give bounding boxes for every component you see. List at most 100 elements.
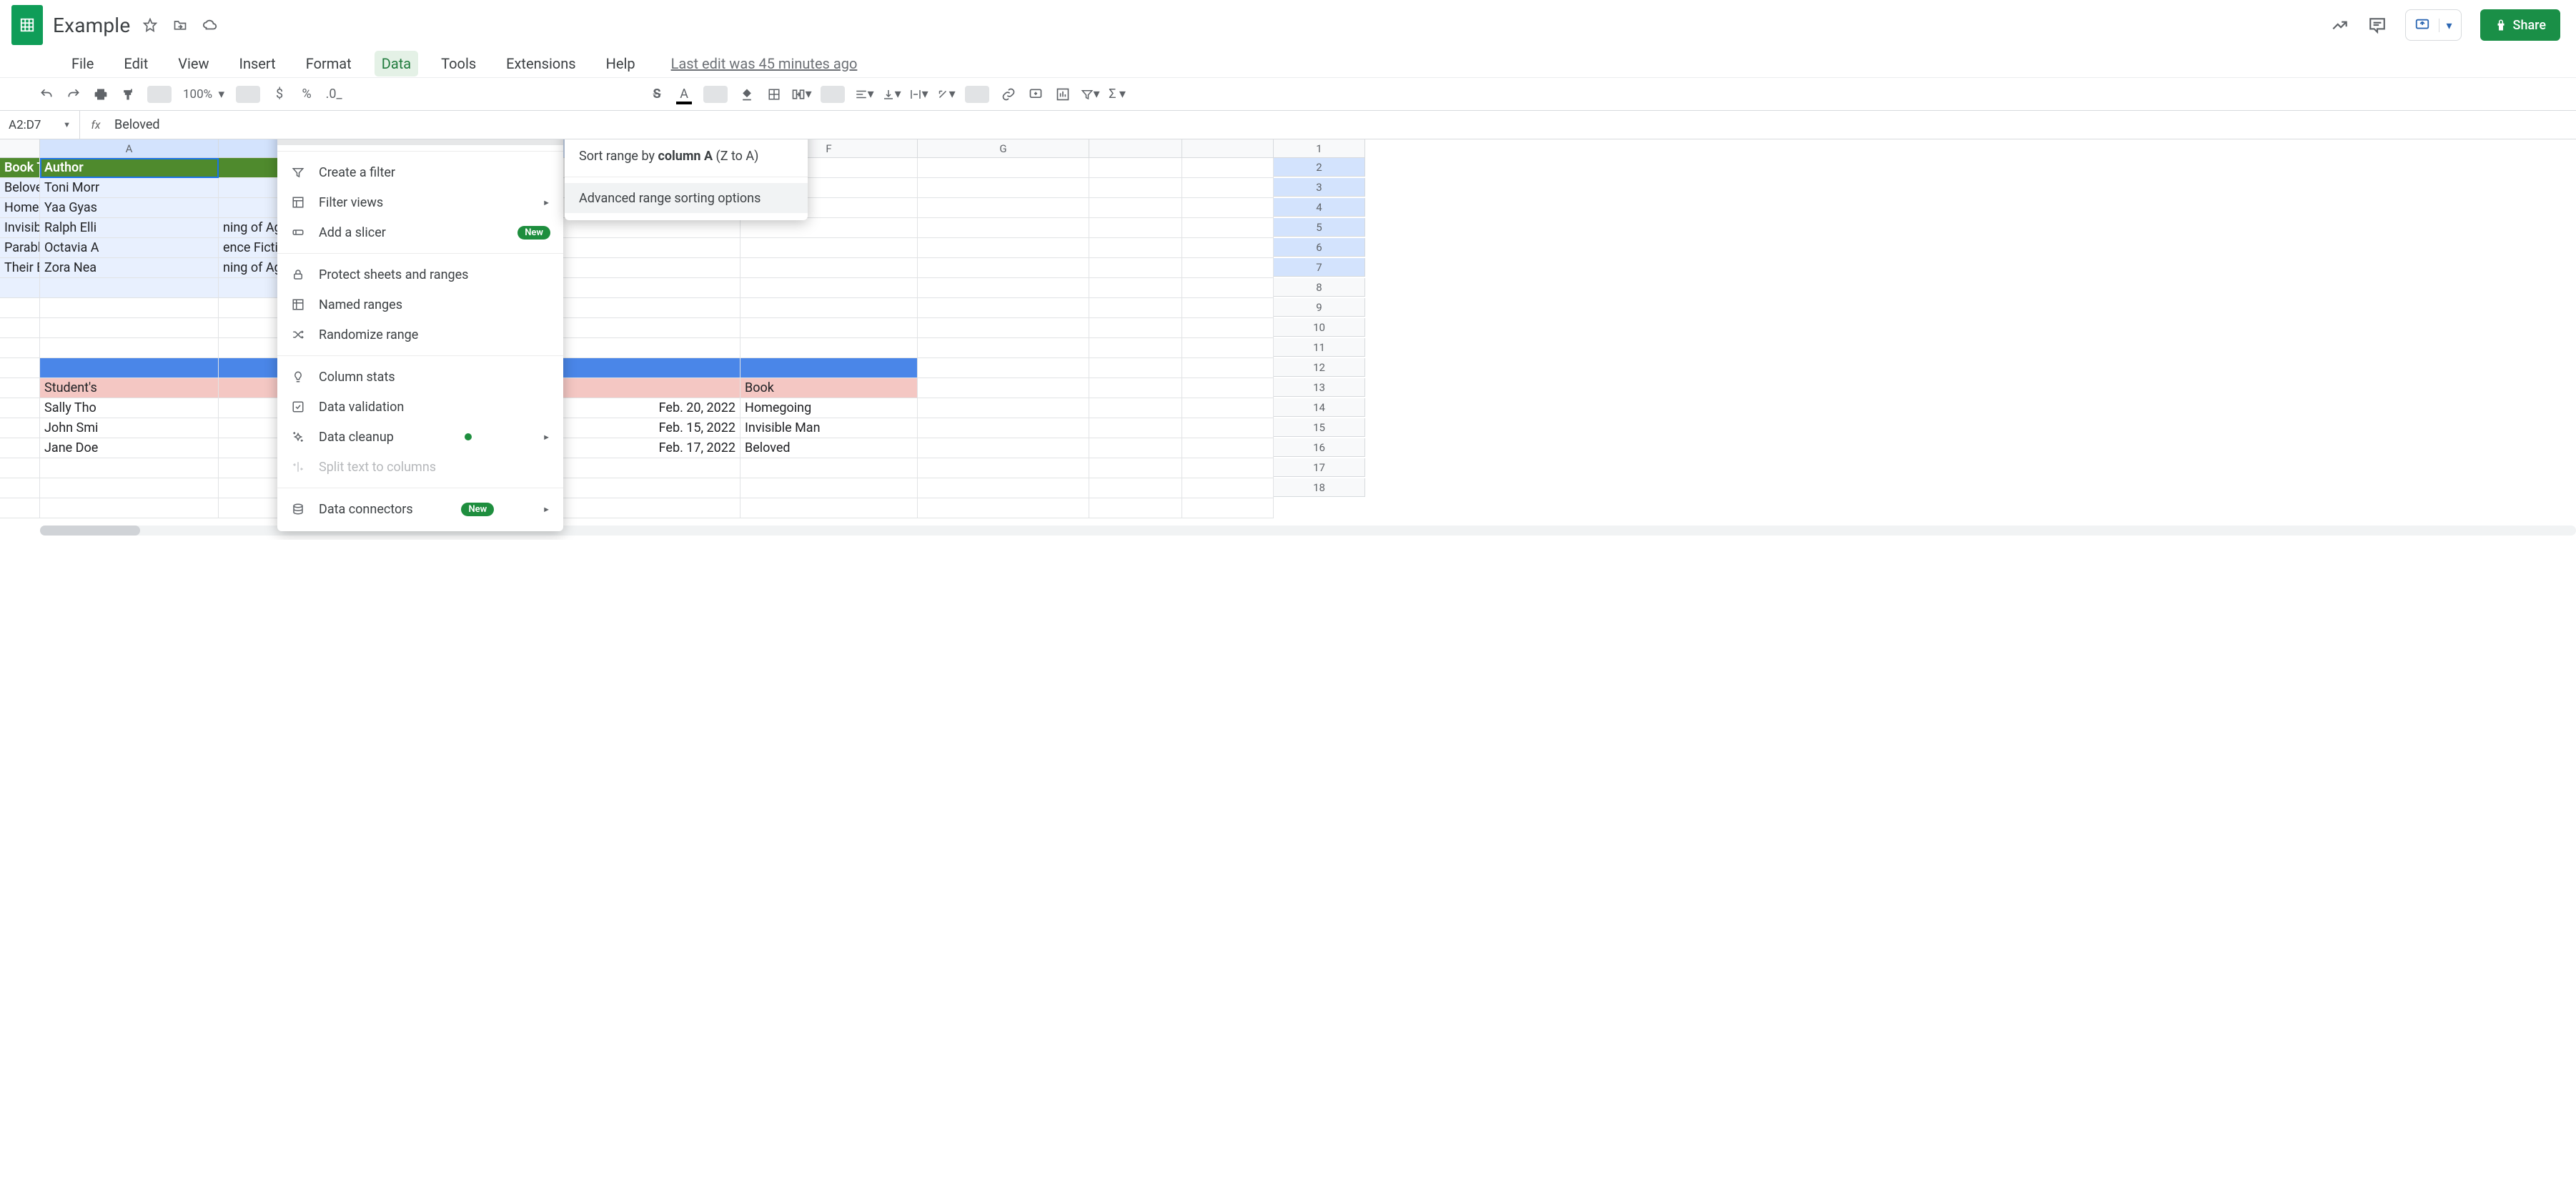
row-header[interactable]: 5: [1274, 218, 1365, 237]
cell[interactable]: Ralph Elli: [40, 218, 219, 238]
row-header[interactable]: 7: [1274, 258, 1365, 277]
insert-link-icon[interactable]: [996, 83, 1021, 106]
menu-named-ranges[interactable]: Named ranges: [277, 290, 563, 320]
menu-tools[interactable]: Tools: [434, 51, 483, 77]
lock-icon: [290, 268, 306, 281]
toolbar: 100% ▾ $ % .0_ S A ▾ ▾ ▾ ▾ ▾ ▾ Σ ▾: [0, 78, 2576, 111]
sheets-logo[interactable]: [11, 5, 43, 45]
row-header[interactable]: 2: [1274, 158, 1365, 177]
menu-split-text[interactable]: Split text to columns: [277, 452, 563, 482]
separator: [821, 86, 845, 103]
functions-icon[interactable]: Σ ▾: [1105, 83, 1129, 106]
menu-view[interactable]: View: [171, 51, 216, 77]
menu-add-slicer[interactable]: Add a slicerNew: [277, 217, 563, 247]
document-title[interactable]: Example: [53, 14, 130, 37]
fx-icon: fx: [80, 118, 112, 132]
text-rotation-icon[interactable]: ▾: [933, 83, 958, 106]
sort-range-submenu: Sort range by column A (A to Z) Sort ran…: [565, 139, 808, 220]
cell[interactable]: Home Going: [0, 198, 40, 218]
trend-icon[interactable]: [2331, 16, 2349, 34]
share-button[interactable]: Share: [2480, 9, 2560, 41]
app-chrome: Example ▾ Share File Edit V: [0, 0, 2576, 78]
menu-filter-views[interactable]: Filter views: [277, 187, 563, 217]
move-icon[interactable]: [172, 16, 189, 34]
row-header[interactable]: 3: [1274, 178, 1365, 197]
row-header[interactable]: 6: [1274, 238, 1365, 257]
insert-chart-icon[interactable]: [1051, 83, 1075, 106]
menu-create-filter[interactable]: Create a filter: [277, 157, 563, 187]
cell-reference[interactable]: A2:D7▼: [0, 111, 80, 139]
strikethrough-icon[interactable]: S: [645, 83, 669, 106]
menu-edit[interactable]: Edit: [117, 51, 155, 77]
cell[interactable]: Book: [740, 378, 918, 398]
row-header[interactable]: 4: [1274, 198, 1365, 217]
menu-data-connectors[interactable]: Data connectorsNew: [277, 494, 563, 524]
merge-cells-icon[interactable]: ▾: [789, 83, 813, 106]
cell[interactable]: Yaa Gyas: [40, 198, 219, 218]
menu-randomize[interactable]: Randomize range: [277, 320, 563, 350]
format-percent[interactable]: %: [294, 83, 319, 106]
menu-insert[interactable]: Insert: [232, 51, 283, 77]
zoom-dropdown[interactable]: 100% ▾: [179, 83, 229, 106]
last-edit-link[interactable]: Last edit was 45 minutes ago: [671, 55, 858, 72]
filter-views-icon: [290, 196, 306, 209]
menu-data-validation[interactable]: Data validation: [277, 392, 563, 422]
col-header-g[interactable]: G: [918, 139, 1089, 158]
filter-icon[interactable]: ▾: [1078, 83, 1102, 106]
cell[interactable]: Book Titles: [0, 158, 40, 178]
paint-format-icon[interactable]: [116, 83, 140, 106]
menu-sort-za[interactable]: Sort range by column A (Z to A): [565, 141, 808, 171]
comments-icon[interactable]: [2368, 16, 2387, 34]
spreadsheet[interactable]: A B C D E F G 1 Book Titles Author 2 Bel…: [0, 139, 2576, 540]
cell[interactable]: Toni Morr: [40, 178, 219, 198]
print-icon[interactable]: [89, 83, 113, 106]
decrease-decimal-icon[interactable]: .0_: [322, 83, 346, 106]
cell[interactable]: Their Eyes Were Watching God: [0, 258, 40, 278]
cell[interactable]: Parable of the Sower: [0, 238, 40, 258]
separator: [703, 86, 728, 103]
cell[interactable]: Author: [40, 158, 219, 178]
cell[interactable]: [1182, 158, 1274, 178]
slicer-icon: [290, 226, 306, 239]
menu-column-stats[interactable]: Column stats: [277, 362, 563, 392]
undo-icon[interactable]: [34, 83, 59, 106]
check-box-icon: [290, 400, 306, 413]
cell[interactable]: [918, 158, 1089, 178]
caret-down-icon[interactable]: ▾: [2439, 19, 2452, 32]
cell[interactable]: [1089, 158, 1182, 178]
insert-comment-icon[interactable]: [1024, 83, 1048, 106]
cell[interactable]: Octavia A: [40, 238, 219, 258]
data-menu: Sort sheet Sort range Create a filter Fi…: [277, 139, 563, 531]
select-all-corner[interactable]: [0, 139, 40, 158]
titlebar: Example ▾ Share: [0, 0, 2576, 50]
menu-help[interactable]: Help: [599, 51, 643, 77]
cell[interactable]: Beloved: [0, 178, 40, 198]
cell[interactable]: Zora Nea: [40, 258, 219, 278]
col-header-extra[interactable]: [1089, 139, 1182, 158]
present-button[interactable]: ▾: [2405, 9, 2462, 41]
horizontal-align-icon[interactable]: ▾: [852, 83, 876, 106]
format-currency[interactable]: $: [267, 83, 292, 106]
menu-file[interactable]: File: [64, 51, 101, 77]
cell[interactable]: Invisible Man: [0, 218, 40, 238]
menu-data[interactable]: Data: [375, 51, 418, 77]
menu-data-cleanup[interactable]: Data cleanup: [277, 422, 563, 452]
cell[interactable]: Student's: [40, 378, 219, 398]
text-color-icon[interactable]: A: [672, 83, 696, 106]
cloud-status-icon[interactable]: [202, 16, 219, 34]
text-wrap-icon[interactable]: ▾: [906, 83, 931, 106]
star-icon[interactable]: [142, 16, 159, 34]
menu-format[interactable]: Format: [299, 51, 359, 77]
menu-protect[interactable]: Protect sheets and ranges: [277, 260, 563, 290]
col-header-a[interactable]: A: [40, 139, 219, 158]
menu-sort-range[interactable]: Sort range: [277, 139, 563, 145]
vertical-align-icon[interactable]: ▾: [879, 83, 903, 106]
borders-icon[interactable]: [762, 83, 786, 106]
col-header-extra[interactable]: [1182, 139, 1274, 158]
redo-icon[interactable]: [61, 83, 86, 106]
formula-value[interactable]: Beloved: [112, 117, 160, 132]
menu-extensions[interactable]: Extensions: [499, 51, 583, 77]
row-header[interactable]: 1: [1274, 139, 1365, 158]
menu-advanced-sort[interactable]: Advanced range sorting options: [565, 183, 808, 213]
fill-color-icon[interactable]: [735, 83, 759, 106]
